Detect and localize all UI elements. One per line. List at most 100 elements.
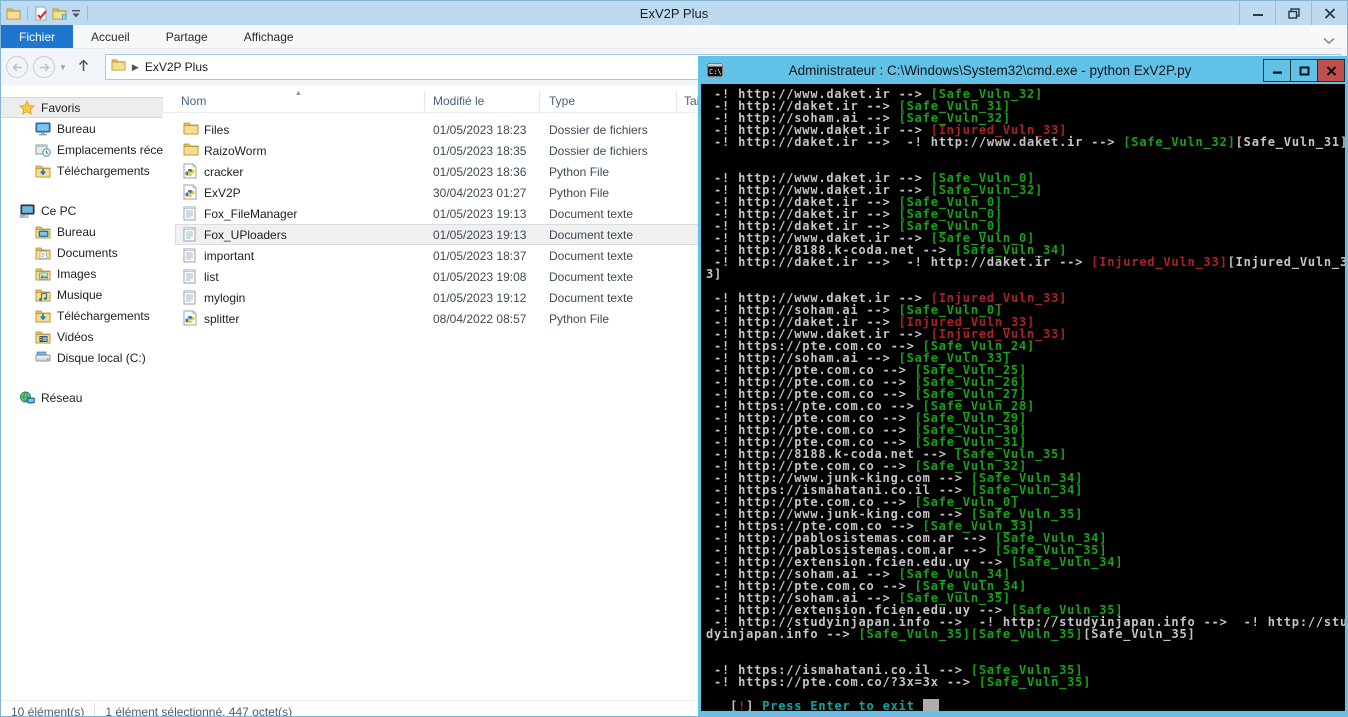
sidebar-item-label: Ce PC — [41, 203, 77, 218]
console-text-segment: [Safe_Vuln_34] — [1010, 555, 1124, 569]
pictures-icon — [35, 267, 51, 281]
console-line: -! http://daket.ir --> -! http://www.dak… — [706, 136, 1345, 148]
console-output[interactable]: -! http://www.daket.ir --> [Safe_Vuln_32… — [701, 84, 1345, 711]
sidebar-item-t-l-chargements[interactable]: Téléchargements — [1, 160, 163, 181]
sidebar-item-label: Bureau — [57, 224, 96, 239]
breadcrumb[interactable]: ExV2P Plus — [145, 60, 208, 74]
console-line: 3] — [706, 268, 1345, 280]
selection-info: 1 élément sélectionné. 447 octet(s) — [105, 705, 293, 717]
textdoc-icon — [183, 247, 196, 268]
file-modified-date: 01/05/2023 18:23 — [433, 122, 527, 137]
qat-customize-icon[interactable] — [71, 9, 81, 18]
console-text-segment: [Injured_Vuln_33] — [1091, 255, 1228, 269]
console-line: -! https://pte.com.co/?3x=3x --> [Safe_V… — [706, 676, 1345, 688]
column-header-nom[interactable]: Nom — [181, 89, 206, 113]
forward-button[interactable] — [33, 56, 55, 78]
sidebar-item-label: Disque local (C:) — [57, 350, 146, 365]
python-icon — [183, 184, 197, 205]
tab-partage[interactable]: Partage — [148, 25, 226, 48]
file-modified-date: 08/04/2022 08:57 — [433, 311, 527, 326]
history-dropdown-icon[interactable]: ▼ — [59, 63, 67, 72]
console-cursor — [922, 699, 939, 711]
sidebar-item-label: Documents — [57, 245, 118, 260]
textdoc-icon — [183, 289, 196, 310]
sidebar-item-emplacements-r-cents[interactable]: Emplacements récents — [1, 139, 163, 160]
pc-icon — [19, 204, 35, 218]
tab-accueil[interactable]: Accueil — [73, 25, 148, 48]
close-button[interactable] — [1311, 1, 1347, 25]
sidebar-item-disque-local-c-[interactable]: Disque local (C:) — [1, 347, 163, 368]
ribbon-expand-icon[interactable] — [1323, 32, 1335, 50]
file-type: Dossier de fichiers — [549, 143, 648, 158]
ribbon-tabs: Fichier Accueil Partage Affichage — [1, 25, 1347, 49]
console-text-segment: -! http://daket.ir --> -! http://daket.i… — [706, 255, 1092, 269]
breadcrumb-arrow-icon[interactable]: ▶ — [132, 62, 139, 73]
textdoc-icon — [183, 268, 196, 289]
file-type: Document texte — [549, 206, 634, 221]
up-button[interactable] — [71, 58, 97, 76]
file-name: RaizoWorm — [204, 143, 267, 158]
videos-icon — [35, 330, 51, 344]
sidebar-item-bureau[interactable]: Bureau — [1, 221, 163, 242]
cmd-title: Administrateur : C:\Windows\System32\cmd… — [788, 62, 1192, 78]
file-modified-date: 01/05/2023 19:13 — [433, 227, 527, 242]
back-button[interactable] — [6, 56, 28, 78]
python-icon — [183, 163, 197, 184]
file-type: Python File — [549, 164, 610, 179]
sidebar-item-t-l-chargements[interactable]: Téléchargements — [1, 305, 163, 326]
file-name: list — [204, 269, 219, 284]
minimize-button[interactable] — [1239, 1, 1275, 25]
sidebar-item-ce-pc[interactable]: Ce PC — [1, 200, 163, 221]
tab-affichage[interactable]: Affichage — [226, 25, 312, 48]
cmd-titlebar[interactable]: C:\. Administrateur : C:\Windows\System3… — [701, 56, 1345, 84]
sidebar-item-label: Bureau — [57, 121, 96, 136]
cmd-minimize-button[interactable] — [1263, 59, 1291, 82]
new-folder-icon[interactable] — [52, 7, 67, 20]
sidebar-item-vid-os[interactable]: Vidéos — [1, 326, 163, 347]
file-name: cracker — [204, 164, 244, 179]
console-text-segment: Press Enter to exit — [762, 699, 923, 711]
tab-fichier[interactable]: Fichier — [1, 25, 74, 48]
file-name: important — [204, 248, 255, 263]
sidebar-item-label: Téléchargements — [57, 308, 150, 323]
sidebar-item-documents[interactable]: Documents — [1, 242, 163, 263]
textdoc-icon — [183, 226, 196, 247]
sidebar-item-r-seau[interactable]: Réseau — [1, 387, 163, 408]
sort-ascending-icon: ▲ — [295, 90, 302, 97]
cmd-maximize-button[interactable] — [1290, 59, 1318, 82]
python-icon — [183, 310, 197, 331]
folder-icon — [183, 142, 199, 161]
properties-check-icon[interactable] — [34, 6, 48, 21]
file-type: Document texte — [549, 290, 634, 305]
textdoc-icon — [183, 205, 196, 226]
explorer-titlebar: ExV2P Plus — [1, 1, 1347, 25]
file-type: Document texte — [549, 248, 634, 263]
file-name: Fox_UPloaders — [204, 227, 287, 242]
restore-button[interactable] — [1275, 1, 1311, 25]
column-header-modifi-le[interactable]: Modifié le — [433, 89, 484, 113]
sidebar-item-musique[interactable]: Musique — [1, 284, 163, 305]
item-count: 10 élément(s) — [11, 705, 85, 717]
file-type: Python File — [549, 185, 610, 200]
sidebar-item-images[interactable]: Images — [1, 263, 163, 284]
cmd-icon: C:\. — [707, 63, 723, 77]
file-modified-date: 30/04/2023 01:27 — [433, 185, 527, 200]
column-header-type[interactable]: Type — [549, 89, 575, 113]
disk-icon — [35, 351, 51, 364]
cmd-close-button[interactable] — [1317, 59, 1345, 82]
sidebar-item-label: Vidéos — [57, 329, 94, 344]
file-name: mylogin — [204, 290, 246, 305]
downloads-icon — [35, 164, 51, 178]
star-icon — [19, 100, 35, 115]
file-modified-date: 01/05/2023 19:12 — [433, 290, 527, 305]
music-icon — [35, 288, 51, 302]
sidebar-item-label: Téléchargements — [57, 163, 150, 178]
desktop2-icon — [35, 225, 51, 239]
recent-icon — [35, 143, 51, 157]
file-name: splitter — [204, 311, 240, 326]
sidebar-item-bureau[interactable]: Bureau — [1, 118, 163, 139]
console-text-segment: dyinjapan.info --> — [706, 627, 859, 641]
sidebar-item-favoris[interactable]: Favoris — [1, 97, 163, 118]
